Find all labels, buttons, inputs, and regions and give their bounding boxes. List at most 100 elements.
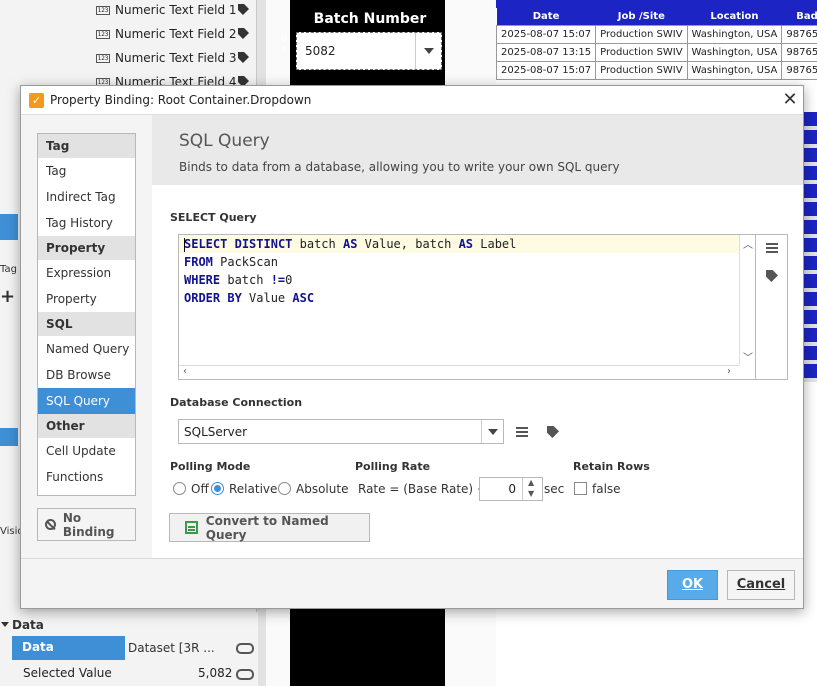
sql-query-editor[interactable]: SELECT DISTINCT batch AS Value, batch AS… — [178, 234, 756, 380]
table-cell: Production SWIV — [595, 60, 688, 80]
select-query-label: SELECT Query — [170, 211, 257, 224]
code-line[interactable]: FROM PackScan — [179, 253, 739, 271]
retain-rows-label: Retain Rows — [573, 460, 650, 473]
table-column-header[interactable]: Job /Site — [595, 8, 688, 25]
code-line[interactable]: SELECT DISTINCT batch AS Value, batch AS… — [179, 235, 739, 253]
binding-type-named-query[interactable]: Named Query — [38, 336, 135, 362]
table-rows-fragment — [803, 112, 817, 382]
binding-type-functions[interactable]: Functions — [38, 464, 135, 490]
polling-rate-formula: Rate = (Base Rate) +/- — [358, 482, 496, 496]
database-connection-label: Database Connection — [170, 396, 303, 409]
code-line[interactable]: ORDER BY Value ASC — [179, 289, 739, 307]
polling-mode-absolute-label[interactable]: Absolute — [296, 482, 348, 496]
convert-to-named-query-button[interactable]: Convert to Named Query — [169, 513, 370, 542]
cancel-button[interactable]: Cancel — [727, 570, 795, 600]
binding-type-cell-update[interactable]: Cell Update — [38, 438, 135, 464]
property-binding-dialog: ✓ Property Binding: Root Container.Dropd… — [20, 85, 804, 609]
tree-item[interactable]: 123 Numeric Text Field 2 — [96, 23, 249, 45]
sql-line-2: FROM PackScan — [184, 255, 278, 269]
collapse-icon[interactable] — [1, 622, 9, 627]
table-row[interactable]: 2025-08-07 15:07 Production SWIV Washingto… — [495, 24, 817, 44]
table-column-header[interactable]: Badge# — [781, 8, 817, 25]
polling-mode-relative-label[interactable]: Relative — [229, 482, 277, 496]
chevron-up-icon[interactable]: ︿ — [743, 236, 753, 251]
sql-line-4: ORDER BY Value ASC — [184, 291, 315, 305]
retain-rows-checkbox[interactable] — [574, 482, 587, 495]
table-row[interactable]: 2025-08-07 13:15 Production SWIV Washingto… — [495, 42, 817, 62]
binding-type-indirect-tag[interactable]: Indirect Tag — [38, 184, 135, 210]
code-line[interactable]: WHERE batch !=0 — [179, 271, 739, 289]
tree-item[interactable]: 123 Numeric Text Field 3 — [96, 47, 249, 69]
binding-type-db-browse[interactable]: DB Browse — [38, 362, 135, 388]
ruler-tick: 1 — [281, 45, 287, 55]
batch-number-label: Batch Number — [313, 11, 427, 27]
text-field-icon: 123 — [96, 53, 110, 63]
table-cell: Production SWIV — [595, 24, 688, 44]
named-query-icon — [185, 521, 198, 534]
link-icon[interactable] — [236, 643, 254, 654]
chevron-down-icon[interactable]: ▼ — [528, 489, 534, 498]
chevron-down-icon[interactable]: ﹀ — [743, 349, 753, 364]
no-entry-icon — [45, 519, 56, 530]
table-column-header[interactable]: Location — [687, 8, 782, 25]
table-browser-icon[interactable] — [516, 427, 528, 437]
tag-tab-fragment[interactable]: Tag — [0, 264, 17, 275]
chevron-right-icon[interactable]: › — [727, 366, 731, 377]
no-binding-label: No Binding — [62, 510, 115, 539]
table-cell: Washington, USA — [686, 24, 783, 44]
binding-type-expression[interactable]: Expression — [38, 260, 135, 286]
table-browser-icon[interactable] — [766, 243, 778, 253]
binding-type-tag[interactable]: Tag — [38, 158, 135, 184]
text-field-icon: 123 — [96, 29, 110, 39]
chevron-left-icon[interactable]: ‹ — [183, 366, 187, 377]
ignition-app-icon: ✓ — [29, 93, 44, 108]
polling-mode-relative-radio[interactable] — [211, 482, 224, 495]
chevron-down-icon[interactable] — [415, 33, 441, 69]
sql-code-area[interactable]: SELECT DISTINCT batch AS Value, batch AS… — [179, 235, 739, 365]
retain-rows-value[interactable]: false — [592, 482, 621, 496]
polling-mode-label: Polling Mode — [170, 460, 251, 473]
editor-toolbar — [756, 234, 788, 380]
batch-number-dropdown[interactable]: 5082 — [296, 32, 442, 70]
link-icon[interactable] — [236, 669, 254, 680]
close-icon[interactable]: ✕ — [779, 89, 801, 111]
table-cell: 2025-08-07 13:15 — [495, 42, 597, 62]
convert-button-label: Convert to Named Query — [205, 513, 329, 542]
add-icon[interactable]: + — [0, 286, 15, 307]
ok-button[interactable]: OK — [667, 570, 718, 600]
table-cell: Washington, USA — [686, 42, 783, 62]
data-section-header[interactable]: Data — [12, 618, 44, 632]
polling-rate-spinner[interactable]: 0 ▲ ▼ — [479, 477, 543, 501]
editor-vertical-scrollbar[interactable]: ︿ ﹀ — [739, 235, 755, 365]
panel-selection-fragment — [0, 214, 18, 240]
binding-type-list: Tag Tag Indirect Tag Tag History Property Exp… — [37, 133, 136, 496]
binding-type-sql-query[interactable]: SQL Query — [38, 388, 135, 414]
polling-mode-absolute-radio[interactable] — [278, 482, 291, 495]
selected-value-label: Selected Value — [23, 666, 112, 680]
chevron-up-icon[interactable]: ▲ — [528, 478, 534, 487]
spinner-buttons[interactable]: ▲ ▼ — [522, 478, 542, 500]
table-cell: 2025-08-07 15:07 — [495, 60, 597, 80]
table-row[interactable]: 2025-08-07 15:07 Production SWIV Washingto… — [495, 60, 817, 80]
chevron-down-icon[interactable] — [481, 420, 503, 443]
polling-mode-off-radio[interactable] — [173, 482, 186, 495]
table-column-header[interactable]: Date — [496, 8, 596, 25]
polling-mode-off-label[interactable]: Off — [191, 482, 209, 496]
binding-type-property[interactable]: Property — [38, 286, 135, 312]
sql-line-3: WHERE batch !=0 — [184, 273, 293, 287]
data-property-name[interactable]: Data — [12, 636, 125, 660]
tree-item[interactable]: 123 Numeric Text Field 1 — [96, 0, 249, 21]
selected-value: 5,082 — [198, 666, 233, 680]
database-connection-select[interactable]: SQLServer — [178, 419, 504, 444]
tag-icon[interactable] — [766, 270, 778, 282]
editor-horizontal-scrollbar[interactable]: ‹ › — [179, 365, 739, 379]
binding-type-tag-history[interactable]: Tag History — [38, 210, 135, 236]
data-property-value[interactable]: Dataset [3R ... — [128, 641, 215, 655]
text-field-icon: 123 — [96, 5, 110, 15]
dialog-titlebar[interactable]: ✓ Property Binding: Root Container.Dropd… — [21, 86, 803, 115]
tree-item-label: Numeric Text Field 3 — [115, 51, 237, 65]
tree-item-label: Numeric Text Field 2 — [115, 27, 237, 41]
ok-label: OK — [681, 577, 704, 592]
no-binding-button[interactable]: No Binding — [37, 508, 136, 541]
binding-title: SQL Query — [179, 131, 270, 151]
